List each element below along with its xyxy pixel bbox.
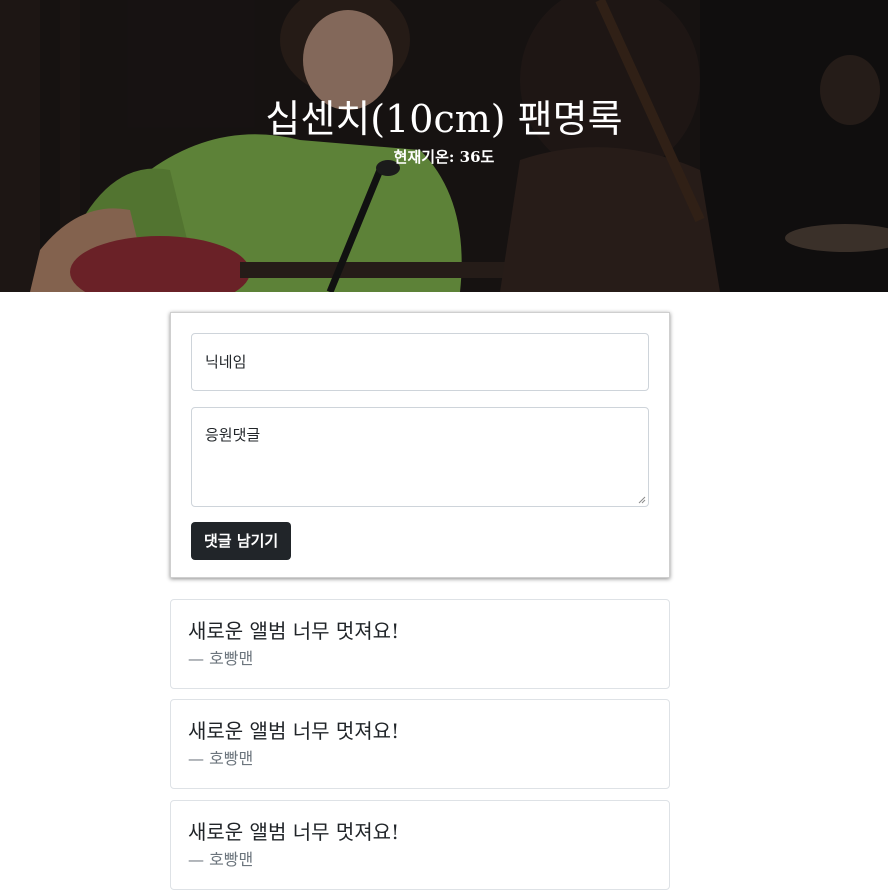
submit-comment-button[interactable]: 댓글 남기기 — [191, 522, 292, 560]
comment-text: 새로운 앨범 너무 멋져요! — [188, 719, 400, 743]
comment-author: — 호빵맨 — [188, 649, 254, 668]
comment-form: 닉네임 응원댓글 댓글 남기기 — [170, 312, 670, 578]
comment-card: 새로운 앨범 너무 멋져요! — 호빵맨 — [170, 599, 670, 689]
comment-placeholder: 응원댓글 — [205, 426, 261, 444]
resize-handle-icon[interactable] — [638, 496, 646, 504]
page-title: 십센치(10cm) 팬명록 — [265, 97, 623, 141]
nickname-input[interactable]: 닉네임 — [191, 333, 649, 391]
hero-text: 십센치(10cm) 팬명록 현재기온: 36도 — [0, 94, 888, 168]
comment-textarea[interactable]: 응원댓글 — [191, 407, 649, 507]
comment-card: 새로운 앨범 너무 멋져요! — 호빵맨 — [170, 699, 670, 789]
comment-card: 새로운 앨범 너무 멋져요! — 호빵맨 — [170, 800, 670, 890]
comment-author: — 호빵맨 — [188, 749, 254, 768]
comment-text: 새로운 앨범 너무 멋져요! — [188, 820, 400, 844]
comment-text: 새로운 앨범 너무 멋져요! — [188, 619, 400, 643]
comment-author: — 호빵맨 — [188, 850, 254, 869]
temperature-label: 현재기온: 36도 — [393, 148, 495, 166]
hero-banner: 십센치(10cm) 팬명록 현재기온: 36도 — [0, 0, 888, 292]
